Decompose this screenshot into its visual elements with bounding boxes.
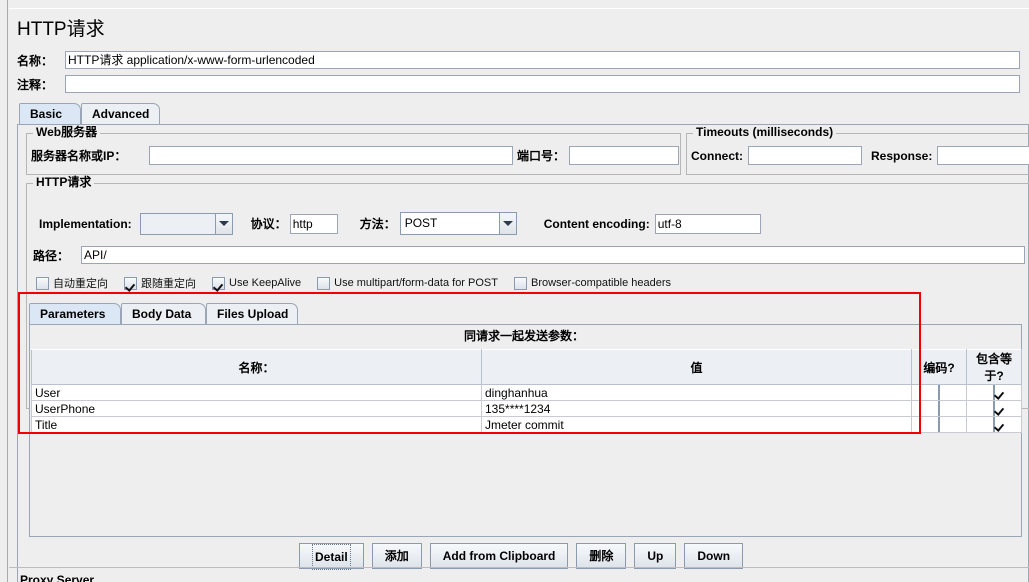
request-options-row: 自动重定向 跟随重定向 Use KeepAlive Use multipart/… (36, 275, 687, 291)
path-input[interactable]: API/ (81, 246, 1025, 264)
main-tabstrip: Basic Advanced (17, 103, 1029, 125)
implementation-combo-value (140, 213, 215, 234)
add-button[interactable]: 添加 (371, 543, 422, 569)
bottom-separator (9, 567, 1029, 568)
comment-row: 注释： (17, 75, 1020, 93)
option-multipart-form-data-label: Use multipart/form-data for POST (334, 277, 498, 289)
add-from-clipboard-button[interactable]: Add from Clipboard (429, 543, 569, 569)
move-up-button[interactable]: Up (634, 543, 677, 569)
page-title: HTTP请求 (17, 19, 105, 40)
cell-param-encode[interactable] (911, 416, 967, 433)
timeouts-group: Timeouts (milliseconds) Connect: Respons… (686, 126, 1029, 175)
proxy-server-group-title: Proxy Server (20, 573, 95, 582)
checkbox-encode-icon[interactable] (938, 400, 940, 416)
port-input[interactable] (569, 146, 680, 165)
checkbox-follow-redirects-icon[interactable] (124, 276, 137, 290)
option-multipart-form-data[interactable]: Use multipart/form-data for POST (317, 276, 498, 290)
checkbox-multipart-form-data-icon[interactable] (317, 276, 331, 290)
window-left-gutter (0, 0, 8, 582)
parameters-table: 名称： 值 编码? 包含等于? User dinghanhua UserPhon… (31, 349, 1022, 433)
response-timeout-input[interactable] (937, 146, 1029, 165)
option-use-keepalive-label: Use KeepAlive (229, 277, 302, 289)
checkbox-auto-redirect-icon[interactable] (36, 276, 49, 290)
checkbox-include-equals-icon[interactable] (993, 400, 995, 416)
path-label: 路径： (33, 248, 70, 263)
cell-param-value[interactable]: Jmeter commit (481, 416, 912, 433)
method-combo-value: POST (400, 213, 499, 234)
http-request-group-title: HTTP请求 (33, 176, 95, 188)
send-params-label: 同请求一起发送参数： (463, 329, 584, 343)
option-browser-compatible-headers[interactable]: Browser-compatible headers (513, 276, 671, 290)
cell-param-include-equals[interactable] (966, 384, 1022, 401)
window-top-strip (0, 0, 1029, 8)
port-label: 端口号： (517, 149, 566, 163)
column-header-encode[interactable]: 编码? (911, 349, 967, 385)
option-follow-redirects-label: 跟随重定向 (141, 278, 196, 290)
option-use-keepalive[interactable]: Use KeepAlive (212, 276, 302, 290)
tab-basic[interactable]: Basic (19, 103, 81, 124)
table-header-row: 名称： 值 编码? 包含等于? (31, 349, 1022, 385)
tab-body-data[interactable]: Body Data (121, 303, 206, 324)
server-name-input[interactable] (149, 146, 513, 165)
implementation-label: Implementation: (39, 216, 132, 231)
cell-param-encode[interactable] (911, 400, 967, 417)
cell-param-include-equals[interactable] (966, 416, 1022, 433)
name-input[interactable]: HTTP请求 application/x-www-form-urlencoded (65, 51, 1020, 69)
column-header-value[interactable]: 值 (481, 349, 912, 385)
checkbox-encode-icon[interactable] (938, 384, 940, 400)
table-row[interactable]: User dinghanhua (31, 384, 1022, 401)
response-timeout-label: Response: (871, 148, 933, 163)
parameters-button-row: Detail 添加 Add from Clipboard 删除 Up Down (299, 543, 751, 570)
http-request-config-panel: HTTP请求 名称： HTTP请求 application/x-www-form… (0, 0, 1029, 582)
detail-button[interactable]: Detail (299, 543, 364, 570)
chevron-down-icon[interactable] (214, 213, 232, 234)
web-server-group: Web服务器 服务器名称或IP： 端口号： (26, 126, 681, 175)
name-row: 名称： HTTP请求 application/x-www-form-urlenc… (17, 51, 1020, 69)
cell-param-encode[interactable] (911, 384, 967, 401)
name-label: 名称： (17, 53, 54, 68)
checkbox-browser-compatible-headers-icon[interactable] (513, 276, 527, 290)
comment-label: 注释： (17, 77, 54, 92)
table-row[interactable]: UserPhone 135****1234 (31, 400, 1022, 417)
column-header-include-equals[interactable]: 包含等于? (966, 349, 1022, 385)
table-row[interactable]: Title Jmeter commit (31, 416, 1022, 433)
move-down-button[interactable]: Down (684, 543, 744, 569)
cell-param-name[interactable]: Title (31, 416, 482, 433)
column-header-name[interactable]: 名称： (31, 349, 482, 385)
option-auto-redirect[interactable]: 自动重定向 (36, 275, 108, 291)
method-label: 方法： (359, 217, 396, 231)
checkbox-include-equals-icon[interactable] (993, 416, 995, 432)
checkbox-use-keepalive-icon[interactable] (212, 276, 225, 290)
chevron-down-icon[interactable] (498, 213, 516, 234)
implementation-combo[interactable] (139, 212, 233, 235)
connect-timeout-label: Connect: (691, 148, 743, 163)
cell-param-value[interactable]: 135****1234 (481, 400, 912, 417)
parameters-tab-content: 同请求一起发送参数： 名称： 值 编码? 包含等于? User dinghanh… (29, 324, 1022, 537)
cell-param-value[interactable]: dinghanhua (481, 384, 912, 401)
server-name-label: 服务器名称或IP： (31, 149, 127, 163)
comment-input[interactable] (65, 75, 1020, 93)
option-auto-redirect-label: 自动重定向 (53, 278, 108, 290)
content-encoding-label: Content encoding: (543, 216, 650, 231)
option-browser-compatible-headers-label: Browser-compatible headers (530, 277, 671, 289)
content-encoding-input[interactable]: utf-8 (654, 213, 761, 234)
tab-advanced[interactable]: Advanced (81, 103, 160, 124)
method-combo[interactable]: POST (399, 212, 517, 235)
checkbox-include-equals-icon[interactable] (993, 384, 995, 400)
main-panel: HTTP请求 名称： HTTP请求 application/x-www-form… (9, 8, 1029, 582)
basic-tab-content: Web服务器 服务器名称或IP： 端口号： Timeouts (millisec… (17, 124, 1029, 582)
delete-button[interactable]: 删除 (576, 543, 627, 569)
cell-param-include-equals[interactable] (966, 400, 1022, 417)
protocol-label: 协议： (250, 217, 287, 231)
protocol-input[interactable]: http (289, 213, 338, 234)
web-server-group-title: Web服务器 (33, 126, 101, 138)
tab-parameters[interactable]: Parameters (29, 303, 121, 324)
option-follow-redirects[interactable]: 跟随重定向 (124, 275, 196, 291)
timeouts-group-title: Timeouts (milliseconds) (693, 126, 837, 138)
cell-param-name[interactable]: UserPhone (31, 400, 482, 417)
connect-timeout-input[interactable] (748, 146, 862, 165)
checkbox-encode-icon[interactable] (938, 416, 940, 432)
cell-param-name[interactable]: User (31, 384, 482, 401)
tab-files-upload[interactable]: Files Upload (206, 303, 298, 324)
